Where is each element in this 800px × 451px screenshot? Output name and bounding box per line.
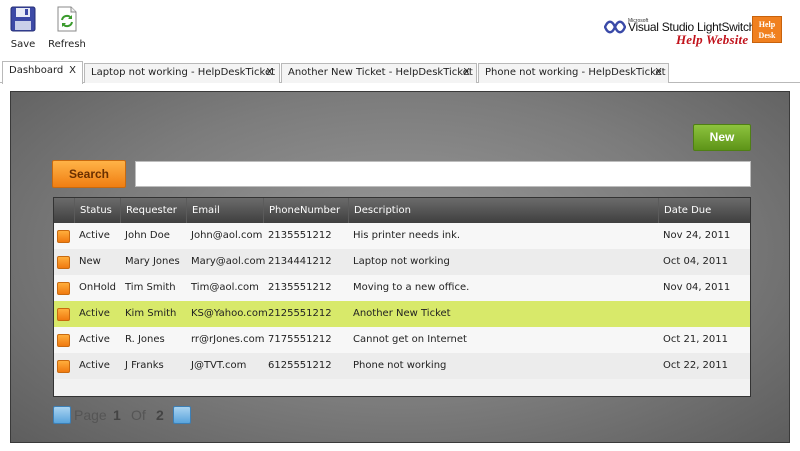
cell-date-due: Oct 22, 2011 (663, 360, 728, 371)
tab-label: Another New Ticket - HelpDeskTicket (288, 67, 473, 78)
column-header-status[interactable]: Status (74, 198, 120, 223)
table-row[interactable]: Active R. Jones rr@rJones.com 7175551212… (54, 327, 750, 353)
cell-date-due: Nov 04, 2011 (663, 282, 731, 293)
cell-description: Cannot get on Internet (353, 334, 467, 345)
cell-phone: 2134441212 (268, 256, 332, 267)
cell-description: Laptop not working (353, 256, 450, 267)
tab-another-new-ticket[interactable]: Another New Ticket - HelpDeskTicket X (281, 63, 477, 83)
pager-of-word: Of (131, 407, 146, 423)
cell-date-due: Oct 04, 2011 (663, 256, 728, 267)
refresh-icon (57, 6, 77, 32)
cell-status: OnHold (79, 282, 116, 293)
save-button[interactable]: Save (0, 5, 46, 53)
cell-requester: Mary Jones (125, 256, 180, 267)
pager-page-word: Page (74, 407, 107, 423)
cell-requester: R. Jones (125, 334, 165, 345)
save-label: Save (10, 39, 36, 50)
row-status-indicator (57, 360, 70, 373)
badge-line-1: Help (758, 20, 776, 29)
tab-close-icon[interactable]: X (463, 64, 470, 82)
previous-page-button[interactable] (53, 406, 71, 424)
cell-phone: 7175551212 (268, 334, 332, 345)
indicator-column-header (54, 198, 74, 223)
table-row-selected[interactable]: Active Kim Smith KS@Yahoo.com 2125551212… (54, 301, 750, 327)
cell-email: John@aol.com (191, 230, 263, 241)
column-header-email[interactable]: Email (186, 198, 263, 223)
tab-dashboard[interactable]: Dashboard X (2, 61, 83, 84)
pager-total-pages: 2 (156, 407, 164, 423)
column-header-phone[interactable]: PhoneNumber (263, 198, 348, 223)
tab-label: Phone not working - HelpDeskTicket (485, 67, 666, 78)
cell-description: His printer needs ink. (353, 230, 461, 241)
cell-description: Moving to a new office. (353, 282, 470, 293)
tab-close-icon[interactable]: X (69, 62, 76, 80)
row-status-indicator (57, 256, 70, 269)
row-status-indicator (57, 282, 70, 295)
visual-studio-logo-icon (604, 20, 626, 34)
table-row[interactable]: OnHold Tim Smith Tim@aol.com 2135551212 … (54, 275, 750, 301)
cell-requester: J Franks (125, 360, 164, 371)
tab-label: Dashboard (9, 65, 64, 76)
cell-date-due: Nov 24, 2011 (663, 230, 731, 241)
pager-current-page: 1 (113, 407, 121, 423)
product-logo: Microsoft Visual Studio LightSwitch Help… (604, 14, 800, 48)
grid-header: Status Requester Email PhoneNumber Descr… (54, 198, 750, 223)
badge-line-2: Desk (758, 31, 776, 40)
row-status-indicator (57, 230, 70, 243)
cell-email: Mary@aol.com (191, 256, 266, 267)
site-tagline: Help Website (676, 32, 749, 47)
cell-description: Another New Ticket (353, 308, 451, 319)
table-row[interactable]: New Mary Jones Mary@aol.com 2134441212 L… (54, 249, 750, 275)
column-header-description[interactable]: Description (348, 198, 658, 223)
refresh-label: Refresh (48, 39, 86, 50)
toolbar: Save Refresh Microsoft Visual Studio Lig… (0, 0, 800, 60)
cell-email: Tim@aol.com (191, 282, 259, 293)
cell-phone: 2135551212 (268, 230, 332, 241)
cell-description: Phone not working (353, 360, 447, 371)
table-row[interactable]: Active J Franks J@TVT.com 6125551212 Pho… (54, 353, 750, 379)
cell-phone: 2125551212 (268, 308, 332, 319)
cell-status: New (79, 256, 101, 267)
cell-status: Active (79, 308, 110, 319)
cell-phone: 2135551212 (268, 282, 332, 293)
cell-date-due: Oct 21, 2011 (663, 334, 728, 345)
search-button[interactable]: Search (52, 160, 126, 188)
tab-bar: Dashboard X Laptop not working - HelpDes… (0, 61, 800, 84)
cell-email: KS@Yahoo.com (191, 308, 268, 319)
search-input[interactable] (135, 161, 751, 187)
new-ticket-button[interactable]: New (693, 124, 751, 151)
cell-phone: 6125551212 (268, 360, 332, 371)
cell-status: Active (79, 230, 110, 241)
next-page-button[interactable] (173, 406, 191, 424)
cell-requester: Kim Smith (125, 308, 177, 319)
tab-laptop-not-working[interactable]: Laptop not working - HelpDeskTicket X (84, 63, 280, 83)
tab-close-icon[interactable]: X (266, 64, 273, 82)
cell-status: Active (79, 360, 110, 371)
tickets-grid: Status Requester Email PhoneNumber Descr… (53, 197, 751, 397)
cell-date-due (658, 301, 663, 327)
tab-phone-not-working[interactable]: Phone not working - HelpDeskTicket X (478, 63, 669, 83)
tab-close-icon[interactable]: X (655, 64, 662, 82)
cell-email: J@TVT.com (191, 360, 247, 371)
row-status-indicator (57, 308, 70, 321)
table-row[interactable]: Active John Doe John@aol.com 2135551212 … (54, 223, 750, 249)
pager: Page 1 Of 2 (53, 405, 253, 427)
row-status-indicator (57, 334, 70, 347)
cell-requester: John Doe (125, 230, 170, 241)
dashboard-panel: New Search Status Requester Email PhoneN… (10, 91, 790, 443)
cell-status: Active (79, 334, 110, 345)
help-desk-badge: Help Desk (752, 16, 782, 43)
refresh-button[interactable]: Refresh (44, 5, 90, 53)
column-header-date-due[interactable]: Date Due (658, 198, 750, 223)
cell-email: rr@rJones.com (191, 334, 265, 345)
save-icon (10, 6, 36, 32)
tab-label: Laptop not working - HelpDeskTicket (91, 67, 276, 78)
cell-requester: Tim Smith (125, 282, 176, 293)
column-header-requester[interactable]: Requester (120, 198, 186, 223)
